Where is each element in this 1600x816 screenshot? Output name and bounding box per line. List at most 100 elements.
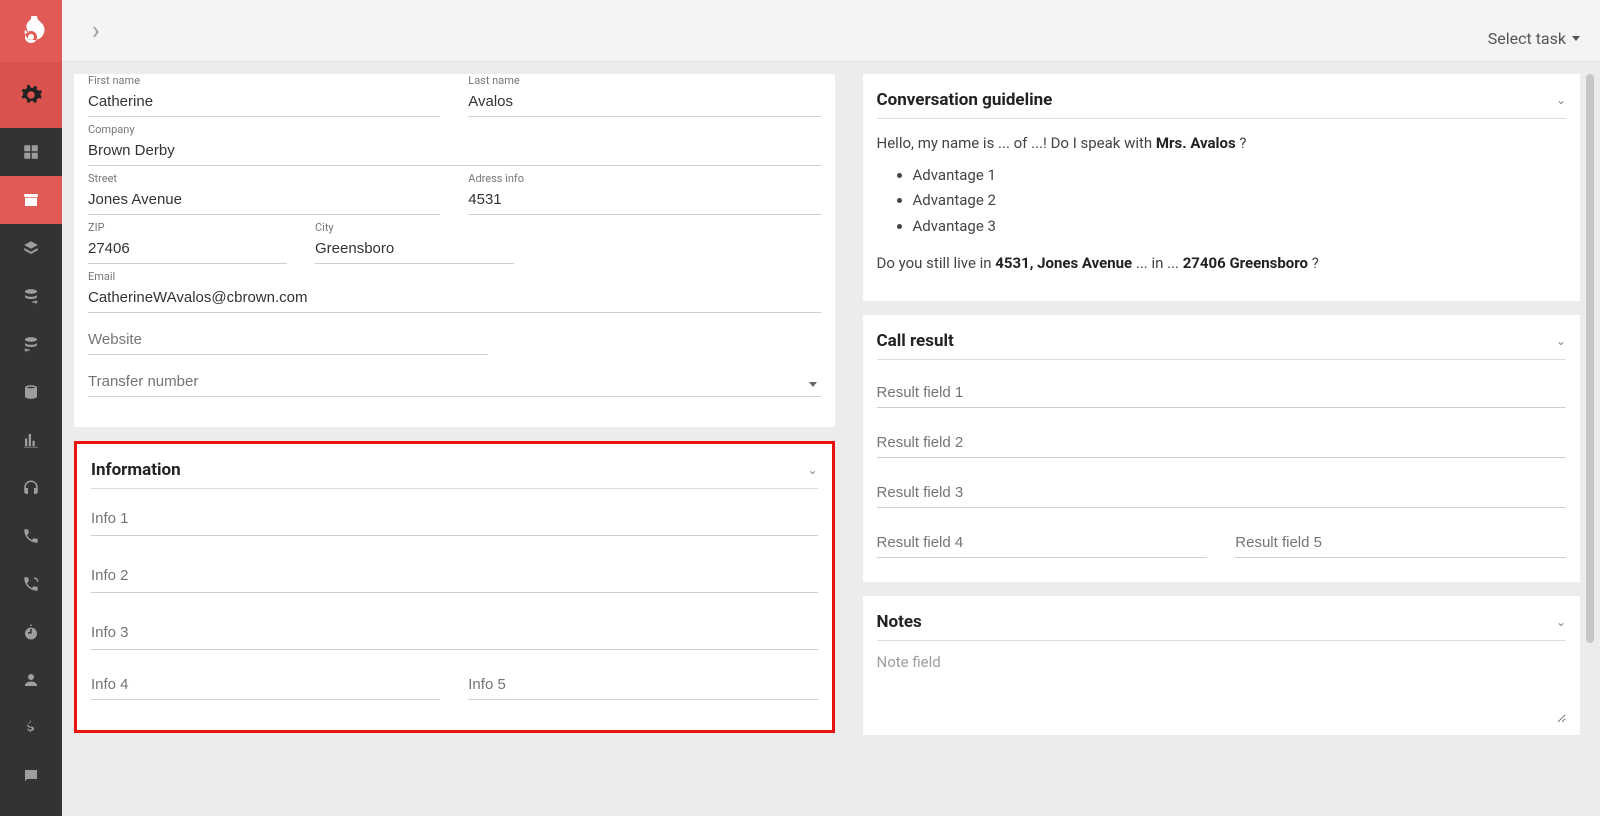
main: › Select task First name — [62, 0, 1600, 816]
scrollbar-thumb[interactable] — [1586, 74, 1594, 643]
settings-button[interactable] — [0, 62, 62, 128]
dollar-icon — [22, 719, 40, 737]
sidebar-item-database[interactable] — [0, 368, 62, 416]
guideline-bullet: Advantage 1 — [913, 163, 1566, 189]
info-5-input[interactable] — [468, 672, 817, 700]
guideline-header[interactable]: Conversation guideline ⌄ — [877, 82, 1566, 119]
info-2-input[interactable] — [91, 567, 818, 584]
sidebar-item-timer[interactable] — [0, 608, 62, 656]
call-result-title: Call result — [877, 331, 954, 351]
guideline-greeting-pre: Hello, my name is ... of ...! Do I speak… — [877, 134, 1156, 152]
zip-label: ZIP — [88, 221, 287, 234]
sidebar-item-phone-redo[interactable] — [0, 560, 62, 608]
caret-down-icon — [809, 382, 817, 387]
guideline-bullet: Advantage 2 — [913, 188, 1566, 214]
email-label: Email — [88, 270, 821, 283]
info-1-input[interactable] — [91, 510, 818, 527]
guideline-body: Hello, my name is ... of ...! Do I speak… — [877, 131, 1566, 277]
last-name-input[interactable] — [468, 89, 820, 117]
content: First name Last name Company — [62, 62, 1600, 816]
sidebar-item-coins-out[interactable] — [0, 320, 62, 368]
topbar: › Select task — [62, 0, 1600, 62]
right-scrollbar[interactable] — [1586, 74, 1594, 804]
notes-header[interactable]: Notes ⌄ — [877, 604, 1566, 641]
brand-logo[interactable] — [0, 0, 62, 62]
database-icon — [22, 383, 40, 401]
transfer-number-select[interactable] — [88, 369, 821, 397]
sidebar-item-headset[interactable] — [0, 464, 62, 512]
coins-in-icon — [22, 287, 40, 305]
chevron-down-icon: ⌄ — [1556, 334, 1566, 348]
email-input[interactable] — [88, 285, 821, 313]
chat-icon — [22, 767, 40, 785]
address-info-label: Adress info — [468, 172, 820, 185]
select-task-dropdown[interactable]: Select task — [1488, 13, 1580, 48]
website-input[interactable] — [88, 327, 488, 355]
sidebar-item-archive[interactable] — [0, 176, 62, 224]
gear-icon — [16, 80, 46, 110]
result-field-1[interactable] — [877, 380, 1566, 408]
guideline-confirm-addr: 4531, Jones Avenue — [995, 254, 1132, 272]
street-input[interactable] — [88, 187, 440, 215]
sidebar-item-billing[interactable] — [0, 704, 62, 752]
stopwatch-icon — [22, 623, 40, 641]
user-icon — [22, 671, 40, 689]
sidebar-item-phone[interactable] — [0, 512, 62, 560]
result-field-2[interactable] — [877, 430, 1566, 458]
guideline-card: Conversation guideline ⌄ Hello, my name … — [863, 74, 1580, 301]
street-label: Street — [88, 172, 440, 185]
archive-icon — [22, 191, 40, 209]
info-3-input[interactable] — [91, 624, 818, 641]
grid-icon — [22, 143, 40, 161]
notes-textarea[interactable] — [877, 653, 1566, 723]
phone-redo-icon — [22, 575, 40, 593]
coins-out-icon — [22, 335, 40, 353]
sidebar-item-chat[interactable] — [0, 752, 62, 800]
information-header[interactable]: Information ⌄ — [91, 452, 818, 489]
guideline-confirm-post: ? — [1312, 254, 1319, 272]
call-result-header[interactable]: Call result ⌄ — [877, 323, 1566, 360]
address-info-input[interactable] — [468, 187, 820, 215]
zip-input[interactable] — [88, 236, 287, 264]
result-field-4[interactable] — [877, 530, 1208, 558]
caret-down-icon — [1572, 36, 1580, 41]
guideline-confirm-city: 27406 Greensboro — [1183, 254, 1308, 272]
first-name-label: First name — [88, 74, 440, 87]
company-label: Company — [88, 123, 821, 136]
chevron-down-icon: ⌄ — [807, 463, 817, 477]
notes-card: Notes ⌄ — [863, 596, 1580, 735]
guideline-confirm-pre: Do you still live in — [877, 254, 996, 272]
select-task-label: Select task — [1488, 29, 1566, 48]
breadcrumb-chevron-icon[interactable]: › — [92, 18, 100, 44]
info-4-input[interactable] — [91, 672, 440, 700]
sidebar-item-layers[interactable] — [0, 224, 62, 272]
sidebar-item-coins-in[interactable] — [0, 272, 62, 320]
company-input[interactable] — [88, 138, 821, 166]
sidebar-item-user[interactable] — [0, 656, 62, 704]
information-card: Information ⌄ — [74, 441, 835, 733]
notes-title: Notes — [877, 612, 922, 632]
chevron-down-icon: ⌄ — [1556, 93, 1566, 107]
sidebar — [0, 0, 62, 816]
information-title: Information — [91, 460, 181, 480]
contact-card: First name Last name Company — [74, 74, 835, 427]
guideline-greeting-name: Mrs. Avalos — [1156, 134, 1236, 152]
first-name-input[interactable] — [88, 89, 440, 117]
guideline-greeting-post: ? — [1239, 134, 1246, 152]
guideline-title: Conversation guideline — [877, 90, 1053, 110]
last-name-label: Last name — [468, 74, 820, 87]
call-result-card: Call result ⌄ — [863, 315, 1580, 582]
result-field-5[interactable] — [1235, 530, 1566, 558]
headset-icon — [22, 479, 40, 497]
phone-icon — [22, 527, 40, 545]
sidebar-item-grid[interactable] — [0, 128, 62, 176]
result-field-3[interactable] — [877, 480, 1566, 508]
sidebar-item-stats[interactable] — [0, 416, 62, 464]
flame-ball-icon — [13, 13, 49, 49]
guideline-bullet: Advantage 3 — [913, 214, 1566, 240]
bar-chart-icon — [22, 431, 40, 449]
city-label: City — [315, 221, 514, 234]
chevron-down-icon: ⌄ — [1556, 615, 1566, 629]
layers-icon — [22, 239, 40, 257]
city-input[interactable] — [315, 236, 514, 264]
